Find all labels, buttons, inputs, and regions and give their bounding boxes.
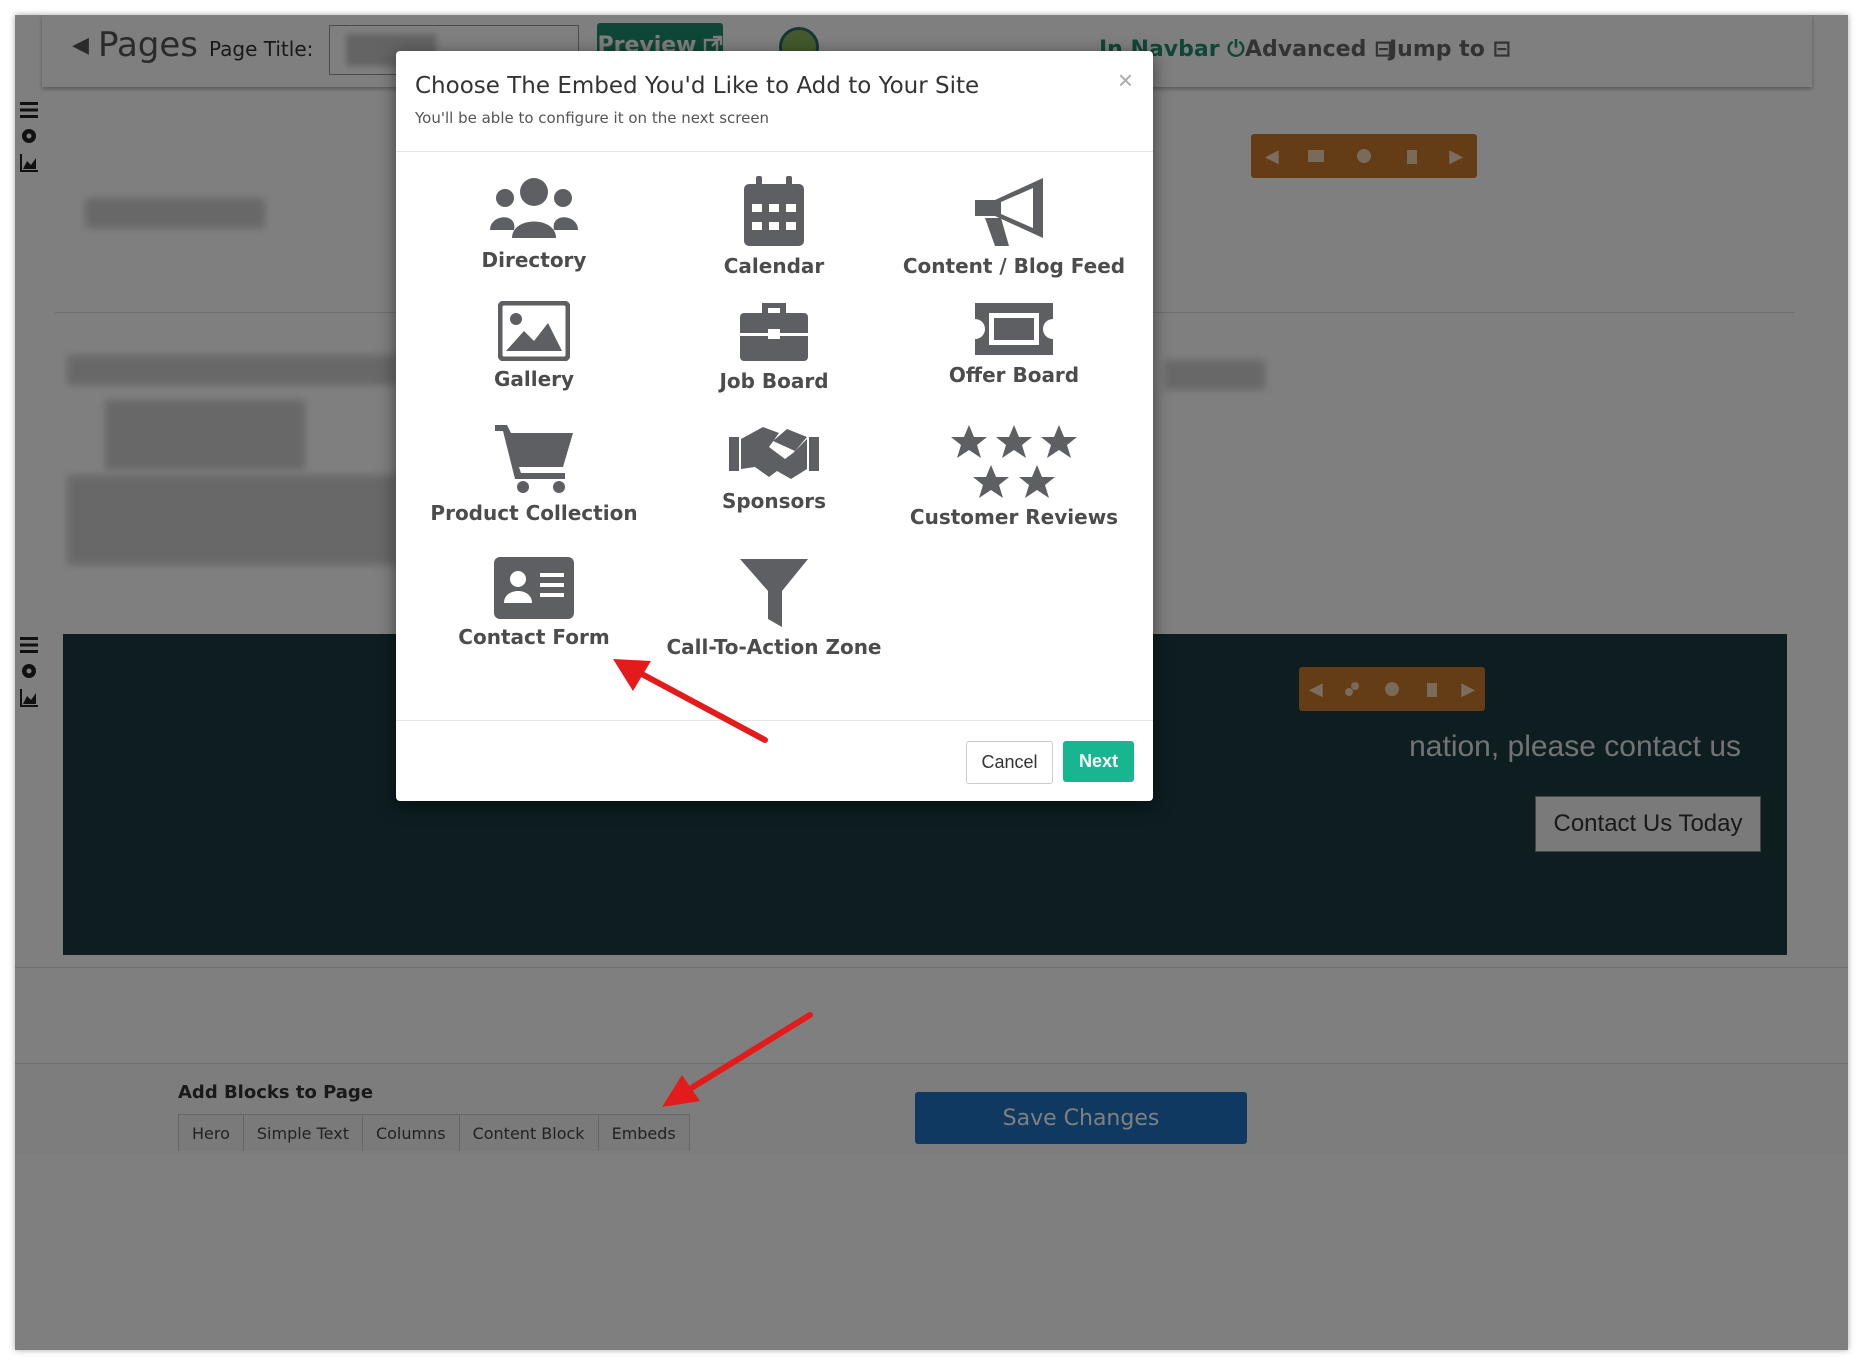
funnel-icon xyxy=(740,559,808,627)
embed-label: Product Collection xyxy=(430,501,638,525)
embed-label: Content / Blog Feed xyxy=(902,254,1126,278)
embed-label: Gallery xyxy=(493,367,575,391)
embed-label: Directory xyxy=(481,248,587,272)
embed-option-product-collection[interactable]: Product Collection xyxy=(421,423,647,573)
annotation-arrow-contact-form xyxy=(613,659,768,743)
annotation-arrow-embeds xyxy=(662,1012,813,1107)
modal-header-divider xyxy=(396,151,1153,152)
megaphone-icon xyxy=(975,178,1043,246)
embed-label: Calendar xyxy=(723,254,825,278)
modal-subtitle: You'll be able to configure it on the ne… xyxy=(415,109,770,127)
cancel-button[interactable]: Cancel xyxy=(966,741,1053,784)
image-icon xyxy=(498,301,570,361)
stars-icon xyxy=(951,425,1077,498)
cart-icon xyxy=(495,425,573,493)
app-window: ◀ Pages Page Title: Preview In Navbar ⏻ … xyxy=(15,15,1848,1350)
embed-option-sponsors[interactable]: Sponsors xyxy=(661,423,887,573)
embed-label: Offer Board xyxy=(948,363,1080,387)
next-button[interactable]: Next xyxy=(1063,741,1134,782)
handshake-icon xyxy=(729,427,819,479)
briefcase-icon xyxy=(740,303,808,361)
users-icon xyxy=(490,178,578,238)
id-card-icon xyxy=(494,557,574,619)
embed-label: Sponsors xyxy=(721,489,827,513)
embed-label: Job Board xyxy=(719,369,829,393)
embed-label: Customer Reviews xyxy=(909,505,1119,529)
modal-title: Choose The Embed You'd Like to Add to Yo… xyxy=(415,73,980,99)
embed-option-customer-reviews[interactable]: Customer Reviews xyxy=(901,423,1127,573)
ticket-icon xyxy=(975,303,1053,355)
calendar-icon xyxy=(744,176,804,246)
close-icon[interactable]: × xyxy=(1118,65,1133,96)
